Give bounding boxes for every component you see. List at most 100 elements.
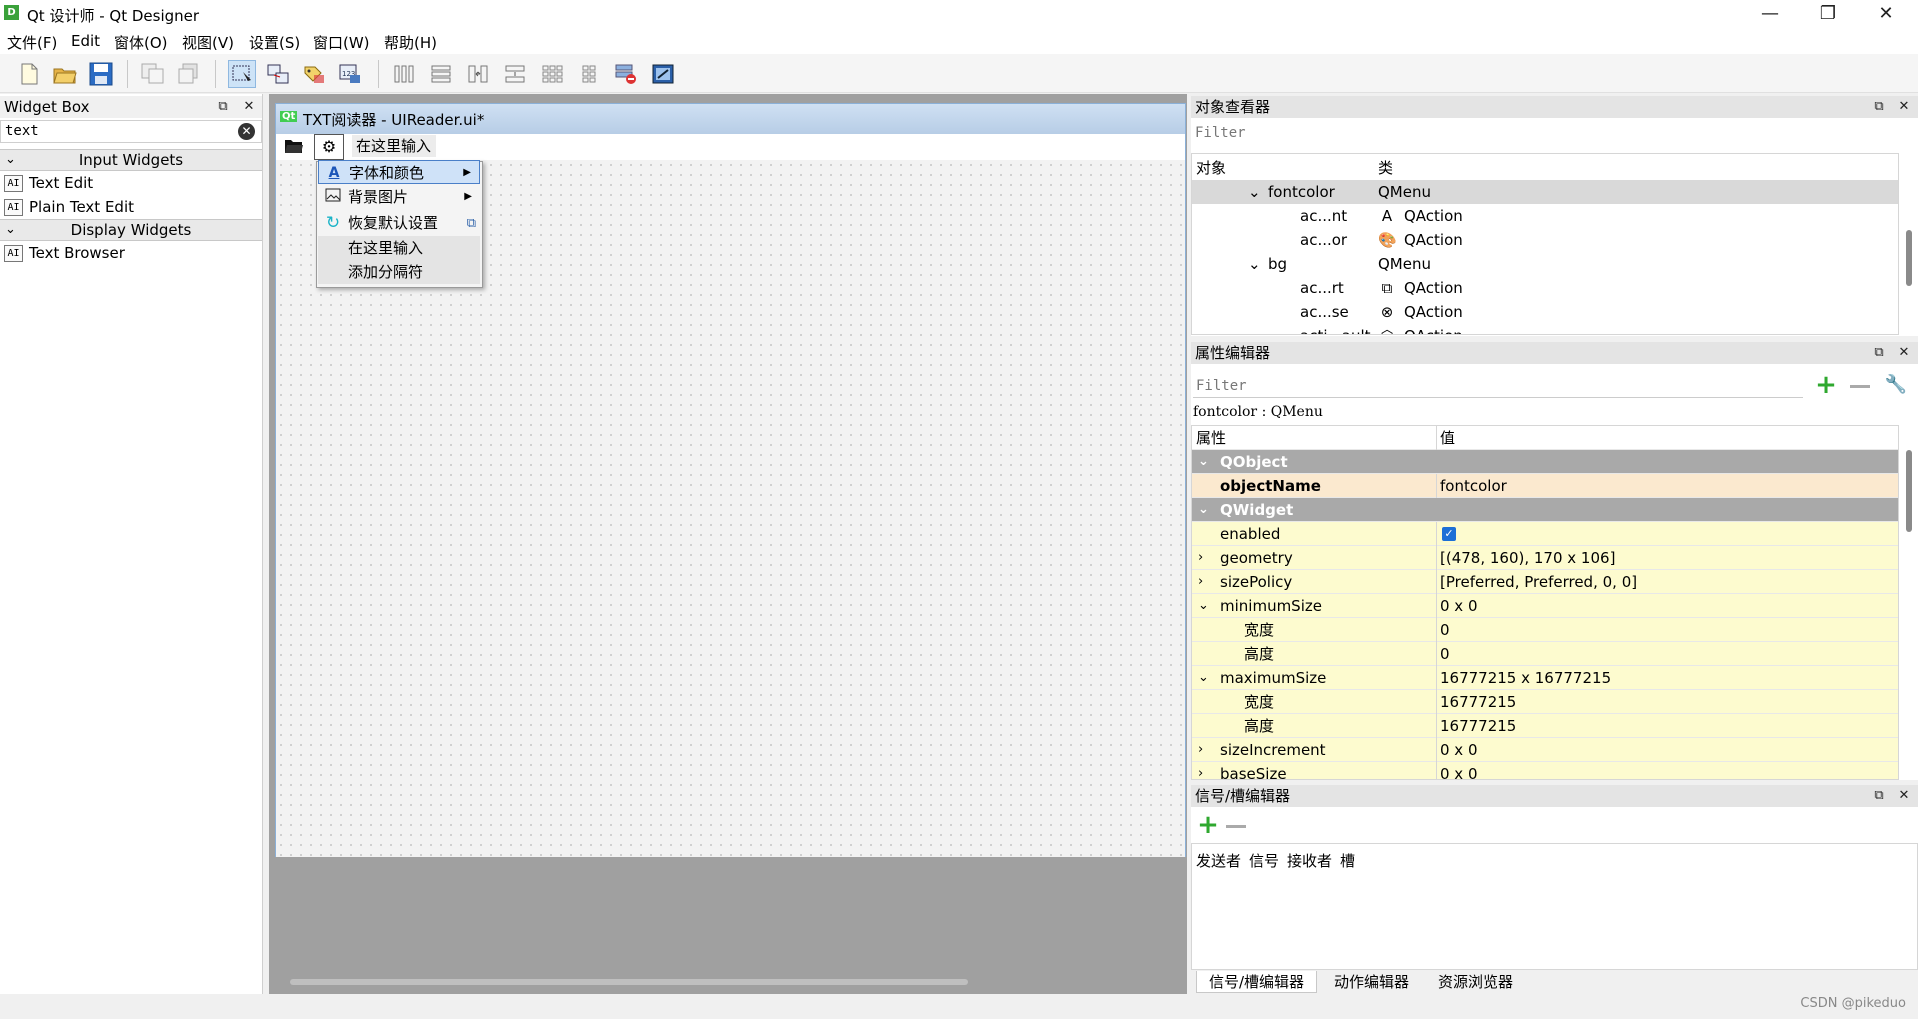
chevron-down-icon[interactable]: ⌄ xyxy=(1198,450,1209,474)
clear-search-icon[interactable]: ✕ xyxy=(238,123,255,140)
chevron-right-icon[interactable]: › xyxy=(1198,570,1203,594)
horizontal-scrollbar[interactable] xyxy=(290,979,968,985)
minimize-button[interactable]: — xyxy=(1742,0,1798,30)
property-row[interactable]: ⌄ maximumSize 16777215 x 16777215 xyxy=(1192,666,1898,690)
section-input-widgets[interactable]: ⌄ Input Widgets xyxy=(0,149,262,171)
section-display-widgets[interactable]: ⌄ Display Widgets xyxy=(0,219,262,241)
vertical-scrollbar[interactable] xyxy=(1906,450,1912,532)
layout-vertical-splitter-icon[interactable] xyxy=(501,60,529,88)
close-icon[interactable]: ✕ xyxy=(1897,346,1911,360)
folder-open-icon[interactable] xyxy=(284,137,306,157)
adjust-size-icon[interactable] xyxy=(649,60,677,88)
menu-item-font-color[interactable]: A 字体和颜色 ▶ xyxy=(318,160,480,184)
layout-grid-icon[interactable] xyxy=(538,60,566,88)
property-group[interactable]: ⌄ QObject xyxy=(1192,450,1898,474)
property-row[interactable]: 高度 16777215 xyxy=(1192,714,1898,738)
object-tree-row[interactable]: ac...se ⊗ QAction xyxy=(1192,300,1898,324)
edit-signals-icon[interactable] xyxy=(264,60,292,88)
remove-property-icon[interactable] xyxy=(1850,385,1870,388)
new-file-icon[interactable] xyxy=(15,60,43,88)
menu-view[interactable]: 视图(V) xyxy=(182,32,234,53)
edit-buddies-icon[interactable] xyxy=(300,60,328,88)
restore-button[interactable]: ❐ xyxy=(1800,0,1856,30)
tab-resource-browser[interactable]: 资源浏览器 xyxy=(1426,971,1525,993)
chevron-down-icon[interactable]: ⌄ xyxy=(1198,498,1209,522)
widget-text-browser[interactable]: AI Text Browser xyxy=(4,242,125,264)
menu-help[interactable]: 帮助(H) xyxy=(384,32,437,53)
property-editor-title: 属性编辑器 xyxy=(1191,342,1918,364)
chevron-right-icon[interactable]: › xyxy=(1198,762,1203,779)
object-filter-input[interactable]: Filter xyxy=(1191,121,1899,145)
object-tree-row[interactable]: ⌄ fontcolor QMenu xyxy=(1192,180,1898,204)
menu-item-reset-defaults[interactable]: ↻ 恢复默认设置 ⧉ xyxy=(318,211,480,235)
float-icon[interactable]: ⧉ xyxy=(1872,346,1886,360)
property-row[interactable]: › sizeIncrement 0 x 0 xyxy=(1192,738,1898,762)
float-icon[interactable]: ⧉ xyxy=(216,100,230,114)
form-menu-placeholder[interactable]: 在这里输入 xyxy=(352,135,436,157)
add-property-icon[interactable]: + xyxy=(1814,372,1838,398)
property-row[interactable]: 宽度 16777215 xyxy=(1192,690,1898,714)
widget-text-edit[interactable]: AI Text Edit xyxy=(4,172,93,194)
property-row[interactable]: objectName fontcolor xyxy=(1192,474,1898,498)
menu-form[interactable]: 窗体(O) xyxy=(114,32,168,53)
property-row[interactable]: › baseSize 0 x 0 xyxy=(1192,762,1898,779)
property-group[interactable]: ⌄ QWidget xyxy=(1192,498,1898,522)
object-inspector-title: 对象查看器 xyxy=(1191,96,1918,118)
property-row[interactable]: 宽度 0 xyxy=(1192,618,1898,642)
enabled-checkbox[interactable]: ✓ xyxy=(1442,527,1456,541)
widget-search-input[interactable]: text ✕ xyxy=(0,120,262,143)
menu-window[interactable]: 窗口(W) xyxy=(313,32,370,53)
layout-horizontal-splitter-icon[interactable] xyxy=(464,60,492,88)
layout-horizontal-icon[interactable] xyxy=(390,60,418,88)
menu-file[interactable]: 文件(F) xyxy=(7,32,57,53)
save-icon[interactable] xyxy=(87,60,115,88)
configure-wrench-icon[interactable]: 🔧 xyxy=(1884,374,1908,398)
menu-edit[interactable]: Edit xyxy=(71,32,100,50)
form-title-bar[interactable]: Qt TXT阅读器 - UIReader.ui* xyxy=(276,104,1185,134)
menu-settings[interactable]: 设置(S) xyxy=(249,32,300,53)
float-icon[interactable]: ⧉ xyxy=(1872,789,1886,803)
object-tree-row[interactable]: ac...or 🎨 QAction xyxy=(1192,228,1898,252)
settings-gear-icon[interactable]: ⚙ xyxy=(314,134,344,160)
property-row[interactable]: enabled ✓ xyxy=(1192,522,1898,546)
float-icon[interactable]: ⧉ xyxy=(1872,100,1886,114)
object-tree-row[interactable]: ac...nt A QAction xyxy=(1192,204,1898,228)
object-tree-row[interactable]: ac...rt ⧉ QAction xyxy=(1192,276,1898,300)
close-icon[interactable]: ✕ xyxy=(1897,100,1911,114)
object-tree-row[interactable]: ⌄ bg QMenu xyxy=(1192,252,1898,276)
app-icon: D xyxy=(4,5,19,20)
chevron-right-icon[interactable]: › xyxy=(1198,738,1203,762)
property-row[interactable]: ⌄ minimumSize 0 x 0 xyxy=(1192,594,1898,618)
break-layout-icon[interactable] xyxy=(612,60,640,88)
property-filter-input[interactable]: Filter xyxy=(1193,374,1803,398)
property-row[interactable]: 高度 0 xyxy=(1192,642,1898,666)
copy-icon[interactable] xyxy=(139,60,167,88)
chevron-down-icon[interactable]: ⌄ xyxy=(1248,252,1261,276)
tab-action-editor[interactable]: 动作编辑器 xyxy=(1322,971,1421,993)
edit-tab-order-icon[interactable]: 123 xyxy=(336,60,364,88)
close-icon[interactable]: ✕ xyxy=(1897,789,1911,803)
property-row[interactable]: › geometry [(478, 160), 170 x 106] xyxy=(1192,546,1898,570)
open-folder-icon[interactable] xyxy=(51,60,79,88)
vertical-scrollbar[interactable] xyxy=(1906,230,1912,286)
remove-connection-icon[interactable] xyxy=(1226,825,1246,828)
object-tree-row[interactable]: acti...ault⬡QAction xyxy=(1192,324,1898,334)
menu-item-add-separator[interactable]: 添加分隔符 xyxy=(318,260,480,284)
close-icon[interactable]: ✕ xyxy=(242,100,256,114)
layout-vertical-icon[interactable] xyxy=(427,60,455,88)
chevron-down-icon[interactable]: ⌄ xyxy=(1248,180,1261,204)
chevron-down-icon[interactable]: ⌄ xyxy=(1198,594,1209,618)
layout-form-icon[interactable] xyxy=(575,60,603,88)
menu-item-background[interactable]: 背景图片 ▶ xyxy=(318,185,480,209)
edit-widgets-icon[interactable] xyxy=(228,60,256,88)
menu-item-type-here[interactable]: 在这里输入 xyxy=(318,236,480,260)
widget-plain-text-edit[interactable]: AI Plain Text Edit xyxy=(4,196,134,218)
chevron-right-icon[interactable]: › xyxy=(1198,546,1203,570)
paste-icon[interactable] xyxy=(175,60,203,88)
qt-logo-icon: Qt xyxy=(280,111,298,122)
tab-signal-slot[interactable]: 信号/槽编辑器 xyxy=(1196,971,1318,993)
close-window-button[interactable]: ✕ xyxy=(1858,0,1914,30)
add-connection-icon[interactable]: + xyxy=(1196,812,1220,838)
chevron-down-icon[interactable]: ⌄ xyxy=(1198,666,1209,690)
property-row[interactable]: › sizePolicy [Preferred, Preferred, 0, 0] xyxy=(1192,570,1898,594)
